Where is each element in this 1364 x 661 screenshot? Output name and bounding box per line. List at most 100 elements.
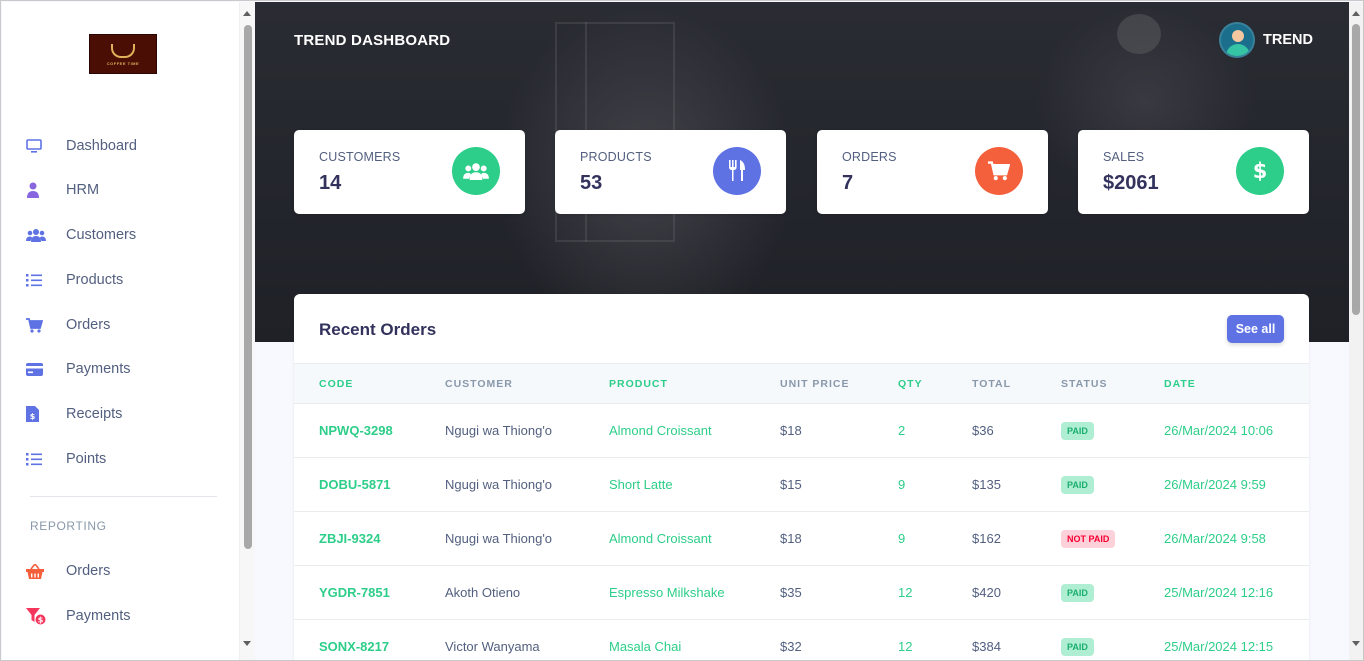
order-customer: Ngugi wa Thiong'o [445, 477, 553, 492]
column-header-total[interactable]: TOTAL [972, 378, 1011, 390]
sidebar-item-label: Payments [66, 608, 131, 624]
dollar-icon: $ [1236, 147, 1284, 195]
monitor-icon [26, 139, 48, 153]
column-header-unit-price[interactable]: UNIT PRICE [780, 378, 850, 390]
column-header-qty[interactable]: QTY [898, 378, 923, 390]
scroll-up-arrow-icon[interactable] [243, 11, 251, 16]
column-header-customer[interactable]: CUSTOMER [445, 378, 513, 390]
order-qty: 12 [898, 639, 913, 654]
column-header-status[interactable]: STATUS [1061, 378, 1107, 390]
sidebar-item-report-orders[interactable]: Orders [26, 559, 110, 583]
recent-orders-panel: Recent Orders See all CODE CUSTOMER PROD… [294, 294, 1309, 660]
order-customer: Victor Wanyama [445, 639, 540, 654]
scroll-down-arrow-icon[interactable] [243, 641, 251, 646]
svg-text:$: $ [38, 615, 44, 624]
stat-title: ORDERS [842, 150, 897, 164]
sidebar-item-products[interactable]: Products [26, 268, 123, 292]
order-date: 25/Mar/2024 12:15 [1164, 639, 1274, 654]
sidebar-item-payments[interactable]: Payments [26, 357, 130, 381]
table-row[interactable]: ZBJI-9324 Ngugi wa Thiong'o Almond Crois… [294, 512, 1309, 566]
svg-text:$: $ [1253, 159, 1267, 183]
sidebar-scrollbar-thumb[interactable] [244, 25, 252, 549]
stat-card-products: PRODUCTS 53 [555, 130, 786, 214]
sidebar-item-points[interactable]: Points [26, 447, 106, 471]
order-total: $420 [972, 585, 1001, 600]
status-badge: PAID [1061, 584, 1094, 602]
table-row[interactable]: YGDR-7851 Akoth Otieno Espresso Milkshak… [294, 566, 1309, 620]
order-product: Masala Chai [609, 639, 682, 654]
column-header-product[interactable]: PRODUCT [609, 378, 668, 390]
stat-title: SALES [1103, 150, 1145, 164]
order-code[interactable]: DOBU-5871 [319, 477, 391, 492]
order-product: Almond Croissant [609, 423, 712, 438]
credit-card-icon [26, 362, 48, 376]
order-date: 26/Mar/2024 10:06 [1164, 423, 1274, 438]
coffee-time-logo[interactable]: COFFEE TIME [89, 34, 157, 74]
utensils-icon [713, 147, 761, 195]
page-scroll-down-arrow-icon[interactable] [1352, 641, 1360, 646]
order-code[interactable]: YGDR-7851 [319, 585, 390, 600]
funnel-dollar-icon: $ [26, 607, 48, 625]
stat-value: 14 [319, 172, 342, 194]
sidebar-item-label: Orders [66, 563, 111, 579]
reporting-heading: REPORTING [30, 519, 107, 533]
brand-title[interactable]: TREND DASHBOARD [294, 32, 450, 49]
stat-title: CUSTOMERS [319, 150, 401, 164]
table-row[interactable]: SONX-8217 Victor Wanyama Masala Chai $32… [294, 620, 1309, 660]
status-badge: PAID [1061, 422, 1094, 440]
cart-icon [26, 317, 48, 333]
order-unit-price: $15 [780, 477, 802, 492]
recent-orders-title: Recent Orders [319, 320, 437, 339]
sidebar-item-dashboard[interactable]: Dashboard [26, 134, 137, 158]
order-customer: Akoth Otieno [445, 585, 521, 600]
page-scrollbar-thumb[interactable] [1352, 24, 1360, 315]
order-unit-price: $32 [780, 639, 802, 654]
order-date: 26/Mar/2024 9:59 [1164, 477, 1266, 492]
column-header-date[interactable]: DATE [1164, 378, 1196, 390]
stat-card-sales: SALES $2061 $ [1078, 130, 1309, 214]
column-header-code[interactable]: CODE [319, 378, 353, 390]
sidebar-item-customers[interactable]: Customers [26, 223, 136, 247]
order-unit-price: $18 [780, 423, 802, 438]
order-qty: 9 [898, 477, 906, 492]
avatar[interactable] [1219, 22, 1255, 58]
stat-card-customers: CUSTOMERS 14 [294, 130, 525, 214]
basket-icon [26, 563, 48, 579]
sidebar-item-label: Products [66, 272, 124, 288]
stat-value: 53 [580, 172, 603, 194]
order-customer: Ngugi wa Thiong'o [445, 423, 553, 438]
see-all-button[interactable]: See all [1227, 315, 1284, 343]
order-qty: 9 [898, 531, 906, 546]
sidebar-item-label: Orders [66, 317, 111, 333]
order-code[interactable]: ZBJI-9324 [319, 531, 380, 546]
order-product: Almond Croissant [609, 531, 712, 546]
sidebar-item-receipts[interactable]: $ Receipts [26, 402, 122, 426]
user-tie-icon [26, 182, 48, 198]
sidebar-item-hrm[interactable]: HRM [26, 178, 99, 202]
table-row[interactable]: DOBU-5871 Ngugi wa Thiong'o Short Latte … [294, 458, 1309, 512]
status-badge: PAID [1061, 638, 1094, 656]
sidebar-item-report-payments[interactable]: $ Payments [26, 604, 130, 628]
table-header: CODE CUSTOMER PRODUCT UNIT PRICE QTY TOT… [294, 363, 1309, 404]
order-total: $135 [972, 477, 1001, 492]
receipt-icon: $ [26, 406, 48, 422]
user-name[interactable]: TREND [1263, 32, 1313, 48]
order-code[interactable]: NPWQ-3298 [319, 423, 393, 438]
order-total: $36 [972, 423, 994, 438]
cart-icon [975, 147, 1023, 195]
order-qty: 12 [898, 585, 913, 600]
order-code[interactable]: SONX-8217 [319, 639, 389, 654]
order-total: $162 [972, 531, 1001, 546]
order-date: 25/Mar/2024 12:16 [1164, 585, 1274, 600]
stat-card-orders: ORDERS 7 [817, 130, 1048, 214]
table-row[interactable]: NPWQ-3298 Ngugi wa Thiong'o Almond Crois… [294, 404, 1309, 458]
order-product: Espresso Milkshake [609, 585, 725, 600]
page-scroll-up-arrow-icon[interactable] [1352, 11, 1360, 16]
order-qty: 2 [898, 423, 906, 438]
users-icon [26, 228, 48, 242]
sidebar-item-label: Dashboard [66, 138, 137, 154]
user-menu[interactable]: TREND [1219, 22, 1313, 58]
order-date: 26/Mar/2024 9:58 [1164, 531, 1266, 546]
sidebar-item-orders[interactable]: Orders [26, 313, 110, 337]
svg-text:$: $ [30, 412, 36, 421]
